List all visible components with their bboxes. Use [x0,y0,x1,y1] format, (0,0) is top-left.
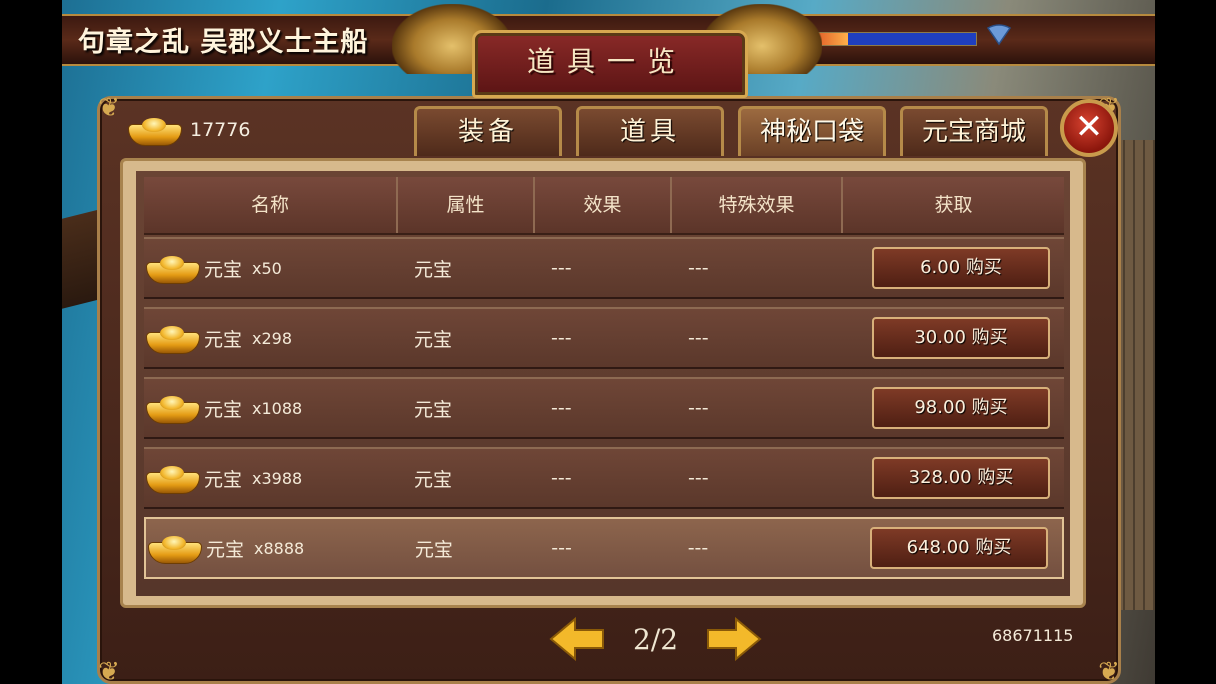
buy-button[interactable]: 328.00 购买 [872,457,1050,499]
item-obtain-cell: 30.00 购买 [843,317,1064,359]
item-attribute: 元宝 [414,538,453,561]
window-banner: 道具一览 [392,0,822,98]
pagination: 2/2 [549,616,762,662]
item-effect: --- [551,257,572,279]
prev-page-button[interactable] [549,616,605,662]
item-name: 元宝 [204,468,243,491]
header-effect: 效果 [535,177,672,233]
item-special-effect: --- [688,397,709,419]
item-special-effect: --- [688,467,709,489]
item-name-cell: 元宝 x298 [144,324,398,354]
item-quantity: x1088 [252,398,303,418]
item-attribute: 元宝 [414,328,453,351]
table-row[interactable]: 元宝 x50 元宝 --- --- 6.00 购买 [144,237,1064,299]
gold-balance: 17776 [128,116,251,146]
table-header: 名称 属性 效果 特殊效果 获取 [144,177,1064,235]
item-name-cell: 元宝 x1088 [144,394,398,424]
item-obtain-cell: 328.00 购买 [843,457,1064,499]
tab-bar: 装备 道具 神秘口袋 元宝商城 [414,106,1048,156]
item-name-cell: 元宝 x8888 [146,534,399,564]
right-arrow-icon [707,616,762,662]
gold-ingot-icon [146,324,200,354]
location-title: 句章之乱 吴郡义士主船 [78,27,369,58]
item-attribute: 元宝 [414,398,453,421]
corner-ornament-icon: ❦ [98,93,120,123]
item-effect: --- [551,397,572,419]
item-name: 元宝 [204,328,243,351]
item-quantity: x8888 [254,538,305,558]
gold-ingot-icon [128,116,182,146]
buy-button[interactable]: 648.00 购买 [870,527,1049,569]
tab-items[interactable]: 道具 [576,106,724,156]
item-special-effect: --- [687,537,709,559]
item-obtain-cell: 6.00 购买 [843,247,1064,289]
buy-button[interactable]: 98.00 购买 [872,387,1050,429]
corner-ornament-icon: ❦ [98,657,120,684]
page-indicator: 2/2 [633,622,679,656]
item-table-frame: 名称 属性 效果 特殊效果 获取 元宝 x50 元宝 --- --- 6.00 … [120,158,1086,608]
buy-button[interactable]: 6.00 购买 [872,247,1050,289]
item-table: 名称 属性 效果 特殊效果 获取 元宝 x50 元宝 --- --- 6.00 … [136,171,1070,596]
item-quantity: x50 [252,258,282,278]
header-obtain: 获取 [934,194,973,216]
item-name: 元宝 [204,258,243,281]
buy-button[interactable]: 30.00 购买 [872,317,1050,359]
gold-ingot-icon [148,534,202,564]
item-effect: --- [551,327,572,349]
close-button[interactable]: ✕ [1060,99,1118,157]
window-title: 道具一览 [526,45,687,78]
item-quantity: x3988 [252,468,303,488]
item-name-cell: 元宝 x3988 [144,464,398,494]
gold-ingot-icon [146,394,200,424]
tab-mystery-bag[interactable]: 神秘口袋 [738,106,886,156]
item-attribute: 元宝 [414,468,453,491]
corner-ornament-icon: ❦ [1098,657,1120,684]
item-attribute: 元宝 [414,258,453,281]
gold-ingot-icon [146,254,200,284]
item-obtain-cell: 648.00 购买 [842,527,1062,569]
header-name: 名称 [144,177,398,233]
item-name: 元宝 [204,398,243,421]
game-scene: 句章之乱 吴郡义士主船 ❦ ❦ ❦ ❦ 道具一览 17776 装备 道具 神秘口… [62,0,1155,684]
wifi-icon [986,24,1012,52]
item-effect: --- [551,537,572,559]
item-special-effect: --- [688,257,709,279]
table-row[interactable]: 元宝 x298 元宝 --- --- 30.00 购买 [144,307,1064,369]
player-id: 68671115 [992,626,1074,645]
header-attribute: 属性 [398,177,535,233]
tab-gold-shop[interactable]: 元宝商城 [900,106,1048,156]
item-effect: --- [551,467,572,489]
tab-equipment[interactable]: 装备 [414,106,562,156]
item-name-cell: 元宝 x50 [144,254,398,284]
table-row[interactable]: 元宝 x1088 元宝 --- --- 98.00 购买 [144,377,1064,439]
close-icon: ✕ [1074,107,1104,147]
gold-amount: 17776 [190,119,251,141]
item-name: 元宝 [206,538,245,561]
hp-bar [807,32,977,46]
table-row[interactable]: 元宝 x3988 元宝 --- --- 328.00 购买 [144,447,1064,509]
header-special-effect: 特殊效果 [672,177,843,233]
item-special-effect: --- [688,327,709,349]
left-arrow-icon [549,616,604,662]
item-quantity: x298 [252,328,293,348]
next-page-button[interactable] [706,616,762,662]
item-obtain-cell: 98.00 购买 [843,387,1064,429]
gold-ingot-icon [146,464,200,494]
table-row-selected[interactable]: 元宝 x8888 元宝 --- --- 648.00 购买 [144,517,1064,579]
